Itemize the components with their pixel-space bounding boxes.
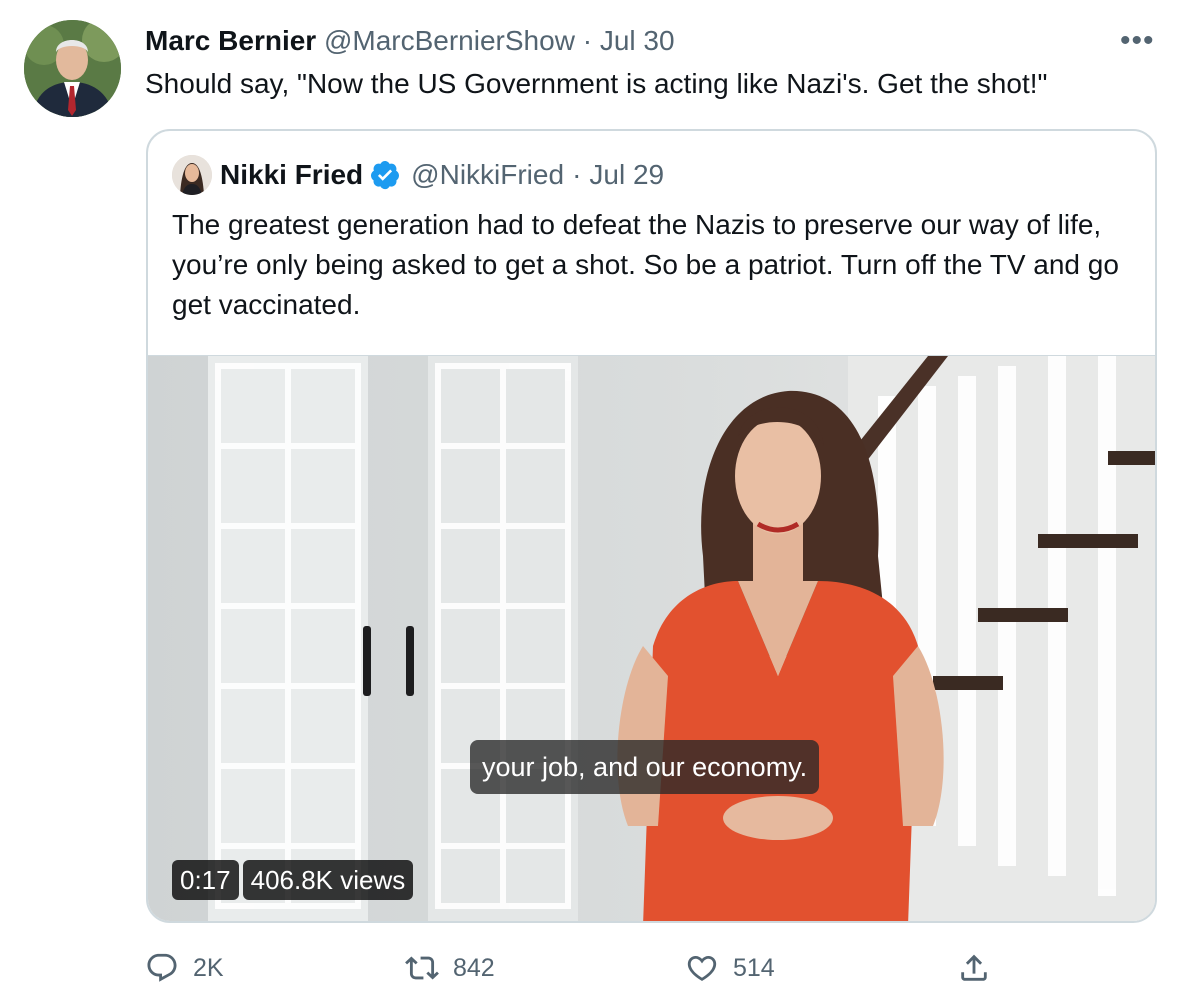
like-icon [687, 955, 717, 981]
video-frame [148, 356, 1155, 921]
like-button[interactable]: 514 [685, 946, 775, 990]
quoted-tweet-date[interactable]: Jul 29 [589, 158, 664, 192]
quoted-avatar-image [172, 155, 212, 195]
video-badges: 0:17 406.8K views [172, 860, 414, 900]
reply-button[interactable]: 2K [145, 946, 224, 990]
quoted-author-avatar[interactable] [172, 155, 212, 195]
quoted-tweet-text: The greatest generation had to defeat th… [172, 209, 1119, 320]
retweet-count: 842 [453, 953, 495, 982]
verified-badge-icon [369, 159, 401, 191]
video-player[interactable]: your job, and our economy. 0:17 406.8K v… [148, 355, 1155, 921]
author-handle[interactable]: @MarcBernierShow [324, 25, 575, 56]
quoted-date-separator: · [572, 159, 582, 190]
quoted-author-name[interactable]: Nikki Fried [220, 158, 363, 192]
retweet-icon [405, 956, 439, 980]
video-caption: your job, and our economy. [470, 740, 820, 794]
reply-count: 2K [193, 953, 224, 982]
like-count: 514 [733, 953, 775, 982]
tweet-header: Marc Bernier @MarcBernierShow · Jul 30 [145, 24, 675, 58]
more-icon[interactable]: ••• [1120, 26, 1155, 56]
video-views: 406.8K views [242, 860, 414, 900]
retweet-button[interactable]: 842 [405, 946, 495, 990]
reply-icon [147, 953, 177, 982]
quoted-author-handle[interactable]: @NikkiFried [411, 158, 564, 192]
author-avatar[interactable] [24, 20, 121, 117]
tweet-text: Should say, "Now the US Government is ac… [145, 68, 1048, 99]
share-icon [961, 954, 987, 981]
share-button[interactable] [957, 946, 991, 990]
quoted-tweet-header: Nikki Fried @NikkiFried · Jul 29 [220, 158, 664, 192]
quoted-tweet[interactable]: Nikki Fried @NikkiFried · Jul 29 The gre… [146, 129, 1157, 923]
author-name[interactable]: Marc Bernier [145, 25, 316, 56]
author-avatar-image [24, 20, 121, 117]
tweet-date[interactable]: Jul 30 [600, 25, 675, 56]
video-duration: 0:17 [172, 860, 239, 900]
tweet-action-bar: 2K 842 514 [145, 946, 1045, 990]
date-separator: · [582, 25, 593, 56]
